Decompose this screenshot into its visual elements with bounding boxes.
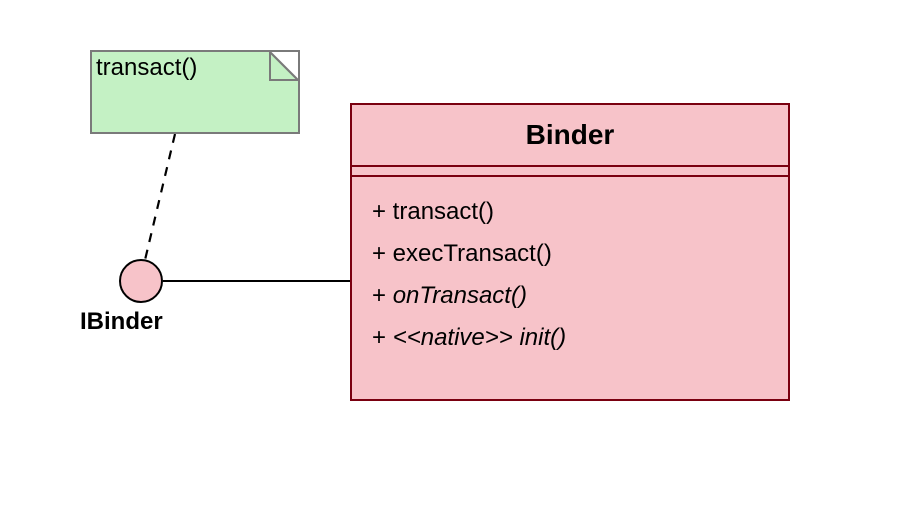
class-operation: + execTransact() — [372, 233, 768, 275]
class-name: Binder — [352, 105, 788, 167]
interface-label: IBinder — [80, 308, 163, 336]
note-text: transact() — [96, 54, 197, 82]
note-fold-icon — [268, 50, 300, 82]
class-operation: + onTransact() — [372, 275, 768, 317]
uml-note: transact() — [90, 50, 300, 134]
class-operations-compartment: + transact() + execTransact() + onTransa… — [352, 177, 788, 399]
interface-lollipop — [119, 259, 163, 303]
operation-italic: onTransact() — [393, 282, 527, 309]
uml-diagram: transact() IBinder Binder + transact() +… — [0, 0, 924, 528]
class-operation: + transact() — [372, 191, 768, 233]
uml-class-binder: Binder + transact() + execTransact() + o… — [350, 103, 790, 401]
class-operation: + <<native>> init() — [372, 317, 768, 359]
operation-italic: <<native>> init() — [393, 324, 566, 351]
class-attributes-compartment — [352, 167, 788, 177]
realization-connector — [163, 280, 350, 282]
